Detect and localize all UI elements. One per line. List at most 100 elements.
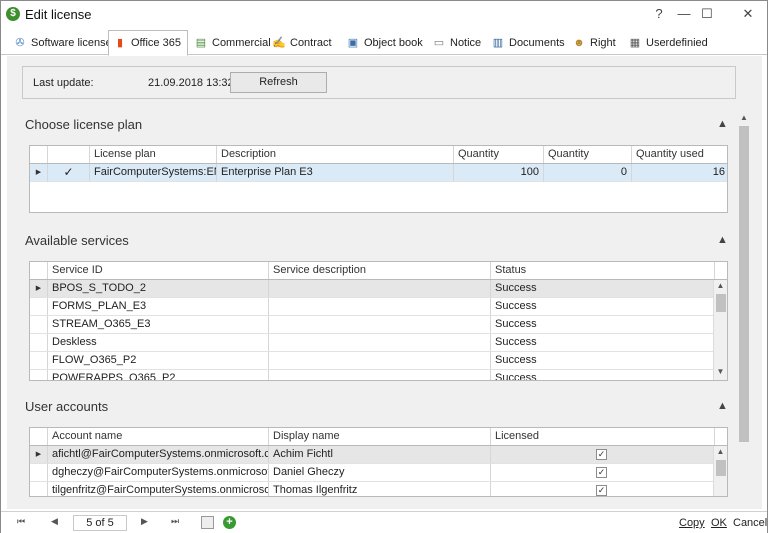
service-status-cell: Success [491,370,715,380]
table-row[interactable]: tilgenfritz@FairComputerSystems.onmicros… [30,482,715,496]
license-plan-header: License plan Description Quantity consum… [30,146,727,164]
add-record-icon[interactable]: + [223,516,236,529]
tab-label: Userdefinied [646,37,708,49]
contract-icon: ✍ [272,37,286,49]
tab-contract[interactable]: ✍ Contract [268,31,338,55]
quantity-used-cell: 16 [712,166,725,178]
col-quantity-warning[interactable]: Quantity warning [544,146,632,163]
tab-notice[interactable]: ▭ Notice [428,31,487,55]
scroll-down-icon[interactable]: ▼ [714,366,727,378]
cancel-button[interactable]: Cancel [733,517,767,529]
licensed-checkbox[interactable]: ✓ [491,464,715,481]
services-title: Available services [25,233,129,248]
tab-commercial[interactable]: ▤ Commercial [190,31,277,55]
display-name-cell: Achim Fichtl [269,446,491,463]
account-name-cell: afichtl@FairComputerSystems.onmicrosoft.… [48,446,269,463]
row-indicator [30,298,48,315]
col-quantity-consumed[interactable]: Quantity consumed [454,146,544,163]
tab-object-book[interactable]: ▣ Object book [342,31,429,55]
plan-select-checkbox[interactable]: ✓ [48,164,90,181]
service-desc-cell [269,352,491,369]
scroll-up-icon[interactable]: ▲ [714,280,727,292]
next-record-icon[interactable]: ▶ [141,516,148,527]
scroll-thumb[interactable] [739,126,749,442]
help-button[interactable]: ? [646,4,672,24]
table-row[interactable]: POWERAPPS_O365_P2 Success [30,370,715,380]
refresh-button[interactable]: Refresh [230,72,327,93]
software-license-icon: ✇ [15,37,25,49]
tab-label: Software license [31,37,112,49]
col-quantity-used[interactable]: Quantity used [632,146,727,163]
app-icon: $ [6,7,20,21]
accounts-scrollbar[interactable]: ▲ [713,446,727,496]
table-row[interactable]: ▶ BPOS_S_TODO_2 Success [30,280,715,298]
services-scrollbar[interactable]: ▲ ▼ [713,280,727,380]
table-row[interactable]: ▶ afichtl@FairComputerSystems.onmicrosof… [30,446,715,464]
col-status[interactable]: Status [491,262,715,279]
col-display-name[interactable]: Display name [269,428,491,445]
close-button[interactable]: ✕ [735,4,761,24]
col-account-name[interactable]: Account name [48,428,269,445]
edit-license-window: $ Edit license ? — ☐ ✕ ✇ Software licens… [0,0,768,533]
service-status-cell: Success [491,334,715,351]
tab-office365[interactable]: ▮ Office 365 [108,30,188,56]
col-licensed[interactable]: Licensed [491,428,715,445]
row-indicator [30,370,48,380]
row-indicator-header [30,262,48,279]
scroll-up-icon[interactable]: ▲ [737,112,751,124]
licensed-checkbox[interactable]: ✓ [491,482,715,496]
table-row[interactable]: STREAM_O365_E3 Success [30,316,715,334]
table-row[interactable]: ▶ ✓ FairComputerSystems:ENT… Enterprise … [30,164,727,182]
col-service-id[interactable]: Service ID [48,262,269,279]
display-name-cell: Daniel Gheczy [269,464,491,481]
tab-documents[interactable]: ▥ Documents [487,31,571,55]
tab-label: Documents [509,37,565,49]
last-record-icon[interactable]: ⏭ [171,516,179,527]
tab-label: Notice [450,37,482,49]
table-row[interactable]: Deskless Success [30,334,715,352]
table-row[interactable]: dgheczy@FairComputerSystems.onmicrosoft.… [30,464,715,482]
tab-right[interactable]: ☻ Right [568,31,622,55]
collapse-accounts-icon[interactable]: ▲ [717,400,728,412]
tab-userdefined[interactable]: ▦ Userdefinied [624,31,714,55]
maximize-button[interactable]: ☐ [694,4,720,24]
service-desc-cell [269,298,491,315]
main-scrollbar[interactable]: ▲ [737,112,751,508]
scroll-thumb[interactable] [716,460,726,476]
col-service-description[interactable]: Service description [269,262,491,279]
licensed-checkbox[interactable]: ✓ [491,446,715,463]
previous-record-icon[interactable]: ◀ [51,516,58,527]
row-indicator [30,334,48,351]
accounts-title: User accounts [25,399,109,414]
record-navigator: ⏮ ◀ 5 of 5 ▶ ⏭ + Copy OK Cancel [1,511,767,533]
object-book-icon: ▣ [347,37,359,49]
row-indicator [30,316,48,333]
service-id-cell: FORMS_PLAN_E3 [48,298,269,315]
col-description[interactable]: Description [217,146,454,163]
ok-button[interactable]: OK [711,517,727,529]
col-license-plan[interactable]: License plan [90,146,217,163]
scroll-thumb[interactable] [716,294,726,312]
service-id-cell: BPOS_S_TODO_2 [48,280,269,297]
select-column-header [48,146,90,163]
table-row[interactable]: FORMS_PLAN_E3 Success [30,298,715,316]
save-record-icon[interactable] [201,516,214,529]
first-record-icon[interactable]: ⏮ [17,516,25,527]
service-status-cell: Success [491,298,715,315]
collapse-license-plan-icon[interactable]: ▲ [717,118,728,130]
license-plan-title: Choose license plan [25,117,143,132]
copy-button[interactable]: Copy [679,517,705,529]
tab-label: Office 365 [131,37,181,49]
service-id-cell: Deskless [48,334,269,351]
scroll-up-icon[interactable]: ▲ [714,446,727,458]
row-pointer-icon: ▶ [30,164,48,181]
service-desc-cell [269,334,491,351]
quantity-warning-cell: 0 [544,164,632,181]
tab-software-license[interactable]: ✇ Software license [9,31,118,55]
row-pointer-icon: ▶ [30,280,48,297]
display-name-cell: Thomas Ilgenfritz [269,482,491,496]
service-status-cell: Success [491,280,715,297]
row-indicator [30,352,48,369]
table-row[interactable]: FLOW_O365_P2 Success [30,352,715,370]
collapse-services-icon[interactable]: ▲ [717,234,728,246]
